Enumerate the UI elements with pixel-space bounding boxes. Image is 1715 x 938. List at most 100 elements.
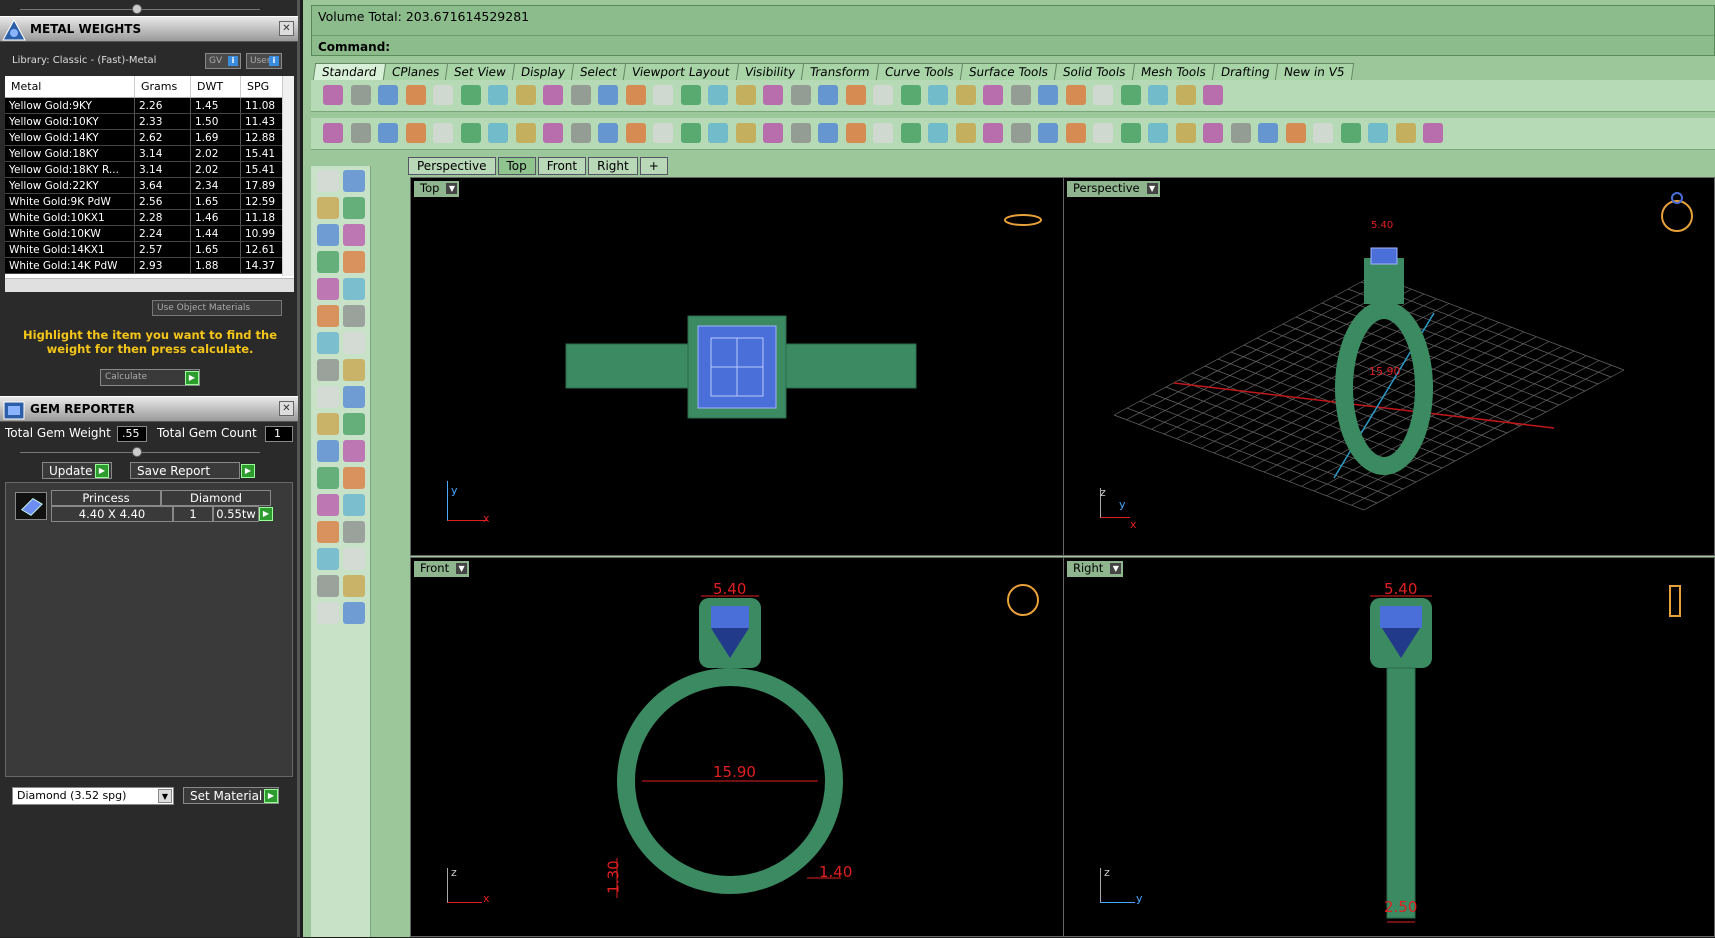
- sidebar-tool-icon[interactable]: [317, 413, 339, 435]
- sidebar-tool-icon[interactable]: [317, 494, 339, 516]
- viewport-right[interactable]: Right ▼ 5.40 2.50 z y: [1063, 557, 1715, 937]
- toolbar-tool-icon[interactable]: [845, 85, 866, 105]
- toolbar-tool-icon[interactable]: [488, 123, 508, 143]
- panel-splitter[interactable]: [20, 4, 260, 14]
- tab-set-view[interactable]: Set View: [444, 63, 516, 80]
- toolbar-tool-icon[interactable]: [790, 123, 811, 143]
- sidebar-tool-icon[interactable]: [343, 602, 365, 624]
- toolbar-tool-icon[interactable]: [1120, 123, 1141, 143]
- toolbar-tool-icon[interactable]: [1175, 123, 1196, 143]
- sidebar-tool-icon[interactable]: [317, 332, 339, 354]
- chevron-down-icon[interactable]: ▼: [158, 789, 172, 803]
- toolbar-tool-icon[interactable]: [1093, 85, 1113, 105]
- table-row[interactable]: White Gold:10KW 2.24 1.44 10.99: [5, 226, 294, 242]
- toolbar-tool-icon[interactable]: [570, 85, 591, 105]
- sidebar-tool-icon[interactable]: [317, 521, 339, 543]
- tab-surface-tools[interactable]: Surface Tools: [959, 63, 1058, 80]
- toolbar-tool-icon[interactable]: [1148, 123, 1168, 143]
- sidebar-tool-icon[interactable]: [343, 494, 365, 516]
- column-header[interactable]: DWT: [191, 76, 241, 97]
- toolbar-tool-icon[interactable]: [818, 123, 838, 143]
- play-icon[interactable]: ▶: [241, 464, 255, 478]
- sidebar-tool-icon[interactable]: [343, 467, 365, 489]
- toolbar-tool-icon[interactable]: [1230, 123, 1251, 143]
- sidebar-tool-icon[interactable]: [317, 440, 339, 462]
- toolbar-tool-icon[interactable]: [378, 123, 398, 143]
- toolbar-tool-icon[interactable]: [515, 123, 536, 143]
- toolbar-tool-icon[interactable]: [1065, 123, 1086, 143]
- sidebar-tool-icon[interactable]: [343, 575, 365, 597]
- viewport-front[interactable]: Front ▼ 5.40 15.90 1.30 1.40 z x: [410, 557, 1064, 937]
- sidebar-tool-icon[interactable]: [317, 278, 339, 300]
- toolbar-tool-icon[interactable]: [845, 123, 866, 143]
- sidebar-tool-icon[interactable]: [343, 332, 365, 354]
- toolbar-tool-icon[interactable]: [928, 85, 948, 105]
- toolbar-tool-icon[interactable]: [1148, 85, 1168, 105]
- toolbar-tool-icon[interactable]: [323, 85, 343, 105]
- tab-mesh-tools[interactable]: Mesh Tools: [1131, 63, 1215, 80]
- viewport-tab-perspective[interactable]: Perspective: [408, 157, 496, 175]
- column-header[interactable]: Metal: [5, 76, 135, 97]
- toolbar-tool-icon[interactable]: [653, 85, 673, 105]
- toolbar-tool-icon[interactable]: [983, 85, 1003, 105]
- toolbar-tool-icon[interactable]: [488, 85, 508, 105]
- sidebar-tool-icon[interactable]: [317, 224, 339, 246]
- toolbar-tool-icon[interactable]: [1285, 123, 1306, 143]
- viewport-tab-top[interactable]: Top: [497, 157, 536, 175]
- toolbar-tool-icon[interactable]: [763, 85, 783, 105]
- toolbar-tool-icon[interactable]: [873, 85, 893, 105]
- toolbar-tool-icon[interactable]: [1120, 85, 1141, 105]
- splitter-handle[interactable]: [132, 4, 142, 14]
- toolbar-tool-icon[interactable]: [515, 85, 536, 105]
- toolbar-tool-icon[interactable]: [570, 123, 591, 143]
- sidebar-tool-icon[interactable]: [343, 521, 365, 543]
- table-row[interactable]: Yellow Gold:22KY 3.64 2.34 17.89: [5, 178, 294, 194]
- tab-visibility[interactable]: Visibility: [735, 63, 805, 80]
- toolbar-tool-icon[interactable]: [763, 123, 783, 143]
- toolbar-tool-icon[interactable]: [1065, 85, 1086, 105]
- command-prompt[interactable]: Command:: [318, 40, 390, 54]
- material-select[interactable]: Diamond (3.52 spg) ▼: [12, 787, 174, 805]
- close-icon[interactable]: ✕: [279, 401, 294, 416]
- sidebar-tool-icon[interactable]: [317, 386, 339, 408]
- viewport-perspective[interactable]: Perspective ▼ 5.40 15.90 z y x: [1063, 177, 1715, 556]
- metal-table[interactable]: Metal Grams DWT SPG Yellow Gold:9KY 2.26 1…: [5, 76, 294, 292]
- toolbar-tool-icon[interactable]: [680, 85, 701, 105]
- play-icon[interactable]: ▶: [95, 464, 109, 478]
- table-row[interactable]: Yellow Gold:18KY R... 3.14 2.02 15.41: [5, 162, 294, 178]
- toolbar-tool-icon[interactable]: [735, 85, 756, 105]
- toolbar-tool-icon[interactable]: [1340, 123, 1361, 143]
- table-row[interactable]: Yellow Gold:14KY 2.62 1.69 12.88: [5, 130, 294, 146]
- horizontal-scrollbar[interactable]: [5, 278, 294, 292]
- tab-cplanes[interactable]: CPlanes: [382, 63, 449, 80]
- sidebar-tool-icon[interactable]: [317, 602, 339, 624]
- sidebar-tool-icon[interactable]: [343, 278, 365, 300]
- close-icon[interactable]: ✕: [279, 21, 294, 36]
- toolbar-tool-icon[interactable]: [460, 123, 481, 143]
- sidebar-tool-icon[interactable]: [317, 197, 339, 219]
- sidebar-tool-icon[interactable]: [343, 197, 365, 219]
- toolbar-tool-icon[interactable]: [1423, 123, 1443, 143]
- table-row[interactable]: White Gold:14KX1 2.57 1.65 12.61: [5, 242, 294, 258]
- toolbar-tool-icon[interactable]: [708, 85, 728, 105]
- toolbar-tool-icon[interactable]: [433, 85, 453, 105]
- vertical-scrollbar[interactable]: [282, 76, 294, 276]
- toolbar-tool-icon[interactable]: [433, 123, 453, 143]
- column-header[interactable]: Grams: [135, 76, 191, 97]
- sidebar-tool-icon[interactable]: [317, 305, 339, 327]
- toolbar-tool-icon[interactable]: [543, 123, 563, 143]
- tab-solid-tools[interactable]: Solid Tools: [1053, 63, 1135, 80]
- tab-drafting[interactable]: Drafting: [1211, 63, 1279, 80]
- toolbar-tool-icon[interactable]: [1038, 123, 1058, 143]
- tab-standard[interactable]: Standard: [312, 63, 386, 80]
- toolbar-tool-icon[interactable]: [543, 85, 563, 105]
- toolbar-tool-icon[interactable]: [653, 123, 673, 143]
- sidebar-tool-icon[interactable]: [317, 170, 339, 192]
- toolbar-tool-icon[interactable]: [625, 85, 646, 105]
- column-header[interactable]: SPG: [241, 76, 283, 97]
- table-row[interactable]: Yellow Gold:18KY 3.14 2.02 15.41: [5, 146, 294, 162]
- sidebar-tool-icon[interactable]: [343, 305, 365, 327]
- toolbar-tool-icon[interactable]: [708, 123, 728, 143]
- sidebar-tool-icon[interactable]: [317, 251, 339, 273]
- viewport-tab-add[interactable]: +: [639, 157, 668, 175]
